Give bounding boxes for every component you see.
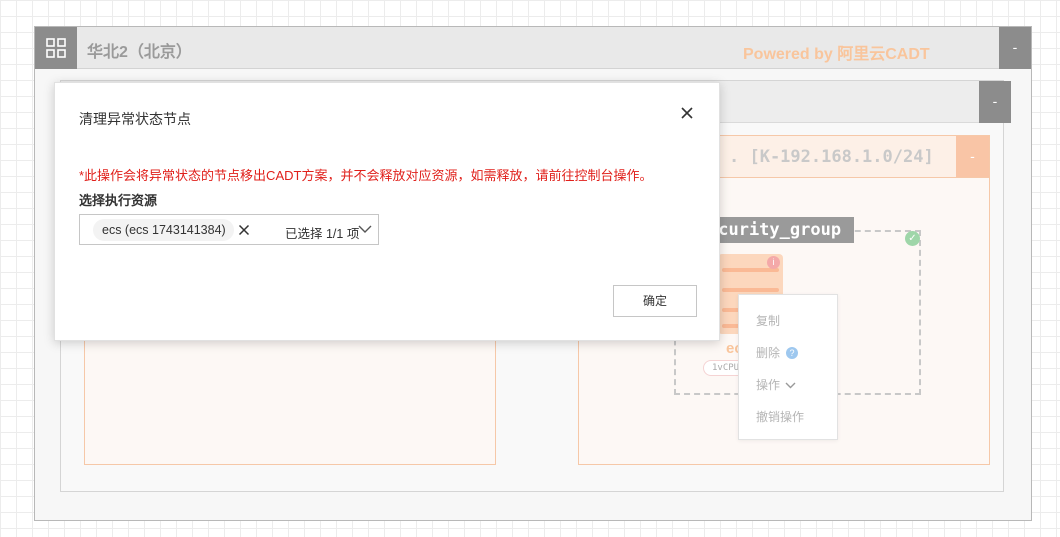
menu-item-delete[interactable]: 删除? xyxy=(756,344,799,361)
menu-item-copy[interactable]: 复制 xyxy=(756,312,780,329)
cleanup-dialog: 清理异常状态节点 *此操作会将异常状态的节点移出CADT方案，并不会释放对应资源… xyxy=(54,82,720,341)
selected-count: 已选择 1/1 项 xyxy=(285,227,360,241)
menu-item-copy-label: 复制 xyxy=(756,314,781,328)
close-icon[interactable] xyxy=(238,224,250,236)
chevron-down-icon[interactable] xyxy=(358,225,372,234)
resource-select[interactable]: ecs (ecs 1743141384) 已选择 1/1 项 xyxy=(79,214,379,245)
confirm-button[interactable]: 确定 xyxy=(613,285,697,317)
menu-item-undo[interactable]: 撤销操作 xyxy=(756,408,804,425)
region-icon-box[interactable] xyxy=(35,27,77,69)
context-menu: 复制 删除? 操作 撤销操作 xyxy=(738,294,838,440)
menu-item-operations-label: 操作 xyxy=(756,378,781,392)
chevron-down-icon xyxy=(785,382,796,389)
region-header: 华北2（北京） Powered by 阿里云CADT - xyxy=(35,27,1031,69)
warning-message: *此操作会将异常状态的节点移出CADT方案，并不会释放对应资源，如需释放，请前往… xyxy=(79,168,653,183)
question-icon[interactable]: ? xyxy=(786,347,799,359)
menu-item-undo-label: 撤销操作 xyxy=(756,410,805,424)
close-icon[interactable] xyxy=(679,105,695,121)
region-title: 华北2（北京） xyxy=(87,44,192,61)
vswitch-title: . [K-192.168.1.0/24] xyxy=(729,147,934,167)
selected-tag-label: ecs (ecs 1743141384) xyxy=(102,223,226,237)
region-collapse-button[interactable]: - xyxy=(999,27,1031,69)
security-group-label[interactable]: ecurity_group xyxy=(700,217,854,243)
info-icon[interactable]: i xyxy=(767,256,780,269)
check-circle-icon: ✓ xyxy=(905,231,920,246)
dialog-title: 清理异常状态节点 xyxy=(79,111,191,127)
grid-icon xyxy=(46,38,66,58)
menu-item-operations[interactable]: 操作 xyxy=(756,376,796,393)
ecs-node-stripe xyxy=(722,288,779,292)
menu-item-delete-label: 删除 xyxy=(756,346,781,360)
powered-by-label: Powered by 阿里云CADT xyxy=(743,46,930,63)
vpc-collapse-button[interactable]: - xyxy=(979,81,1011,123)
selected-tag: ecs (ecs 1743141384) xyxy=(93,219,234,241)
resource-label: 选择执行资源 xyxy=(79,193,158,208)
vswitch-collapse-button[interactable]: - xyxy=(956,136,989,177)
